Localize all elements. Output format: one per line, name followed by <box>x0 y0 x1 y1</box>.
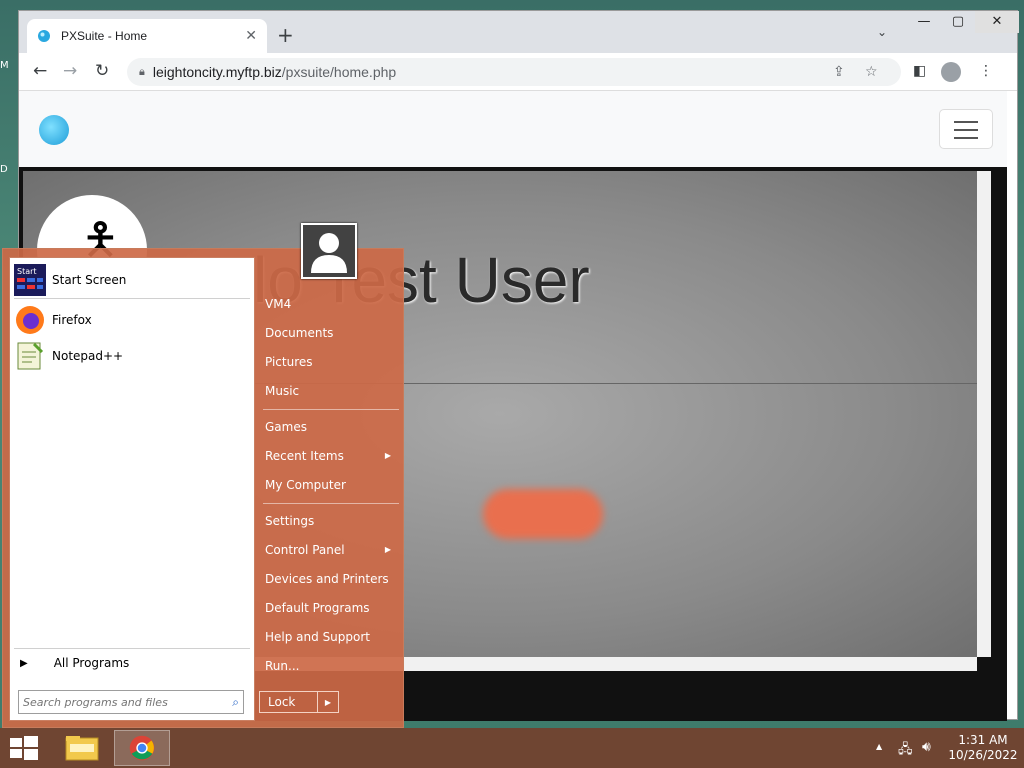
lock-button[interactable]: Lock ▶ <box>259 691 339 713</box>
vertical-scrollbar[interactable] <box>977 171 991 657</box>
lock-icon[interactable]: 🔒︎ <box>139 65 145 79</box>
star-icon[interactable]: ☆ <box>865 64 878 80</box>
start-right-label: VM4 <box>265 297 292 311</box>
tab-strip: PXSuite - Home ✕ + ⌄ — ▢ ✕ <box>19 11 1019 53</box>
start-right-label: My Computer <box>265 478 346 492</box>
clock-time: 1:31 AM <box>958 733 1008 747</box>
start-screen-icon: Start <box>14 264 46 296</box>
taskbar-clock[interactable]: 1:31 AM 10/26/2022 <box>948 733 1018 763</box>
start-right-pictures[interactable]: Pictures <box>265 355 397 369</box>
reload-icon[interactable]: ↻ <box>95 61 109 81</box>
volume-icon[interactable]: 🔊︎ <box>922 739 931 755</box>
tab-close-icon[interactable]: ✕ <box>245 28 257 44</box>
start-right-documents[interactable]: Documents <box>265 326 397 340</box>
search-icon[interactable]: ⌕ <box>232 695 239 710</box>
start-right-label: Default Programs <box>265 601 370 615</box>
search-box[interactable]: ⌕ <box>18 690 244 714</box>
close-window-button[interactable]: ✕ <box>975 11 1019 33</box>
submenu-arrow-icon: ▶ <box>384 451 391 460</box>
tab-title: PXSuite - Home <box>61 29 148 43</box>
url-text: leightoncity.myftp.biz/pxsuite/home.php <box>153 64 396 80</box>
tab-pxsuite-home[interactable]: PXSuite - Home ✕ <box>27 19 267 53</box>
start-menu-programs-pane: Start Start Screen Firefox Notepad++ ▶ A… <box>9 257 255 721</box>
start-right-label: Settings <box>265 514 315 528</box>
browser-toolbar: ← → ↻ 🔒︎ leightoncity.myftp.biz/pxsuite/… <box>19 53 1017 91</box>
start-item-start-screen[interactable]: Start Start Screen <box>14 264 126 296</box>
start-right-label: Help and Support <box>265 630 370 644</box>
start-menu: Start Start Screen Firefox Notepad++ ▶ A… <box>2 223 404 728</box>
minimize-button[interactable]: — <box>907 11 941 33</box>
desktop-label: M <box>0 60 9 71</box>
start-right-settings[interactable]: Settings <box>265 514 397 528</box>
start-item-notepadpp[interactable]: Notepad++ <box>14 340 123 372</box>
start-right-recent-items[interactable]: Recent Items ▶ <box>265 449 397 463</box>
start-right-vm4[interactable]: VM4 <box>265 297 397 311</box>
start-right-label: Documents <box>265 326 334 340</box>
taskbar: ▲ 🖧︎ 🔊︎ 1:31 AM 10/26/2022 <box>0 728 1024 768</box>
hamburger-menu-button[interactable] <box>939 109 993 149</box>
start-right-label: Devices and Printers <box>265 572 389 586</box>
start-right-label: Control Panel <box>265 543 345 557</box>
lock-options-arrow-icon[interactable]: ▶ <box>318 698 338 707</box>
clock-date: 10/26/2022 <box>948 748 1018 762</box>
new-tab-icon[interactable]: + <box>277 23 294 47</box>
file-explorer-icon[interactable] <box>54 730 110 766</box>
start-right-label: Pictures <box>265 355 313 369</box>
side-panel-icon[interactable]: ◧ <box>913 63 926 79</box>
maximize-button[interactable]: ▢ <box>941 11 975 33</box>
firefox-icon <box>16 306 44 334</box>
address-bar[interactable]: 🔒︎ leightoncity.myftp.biz/pxsuite/home.p… <box>127 58 901 86</box>
start-right-control-panel[interactable]: Control Panel ▶ <box>265 543 397 557</box>
start-item-firefox[interactable]: Firefox <box>14 304 92 336</box>
site-navbar <box>19 91 1007 167</box>
start-windows-icon[interactable] <box>8 734 40 762</box>
start-item-label: Start Screen <box>52 273 127 287</box>
separator <box>263 409 399 410</box>
network-icon[interactable]: 🖧︎ <box>898 740 913 762</box>
show-hidden-icons-icon[interactable]: ▲ <box>876 742 882 751</box>
hero-action-button[interactable] <box>483 489 603 539</box>
start-right-music[interactable]: Music <box>265 384 397 398</box>
triangle-right-icon: ▶ <box>20 657 28 669</box>
separator <box>14 298 250 299</box>
url-path: /pxsuite/home.php <box>281 64 397 80</box>
start-right-label: Games <box>265 420 307 434</box>
user-picture[interactable] <box>301 223 357 279</box>
lock-label: Lock <box>260 692 318 712</box>
start-item-label: Notepad++ <box>52 349 124 363</box>
menu-kebab-icon[interactable]: ⋮ <box>979 63 993 79</box>
start-right-run[interactable]: Run... <box>265 659 397 673</box>
tab-search-icon[interactable]: ⌄ <box>877 25 887 39</box>
start-right-label: Recent Items <box>265 449 344 463</box>
submenu-arrow-icon: ▶ <box>384 545 391 554</box>
site-logo[interactable] <box>39 115 69 145</box>
notepadpp-icon <box>17 342 44 370</box>
start-right-games[interactable]: Games <box>265 420 397 434</box>
start-right-devices-printers[interactable]: Devices and Printers <box>265 572 397 586</box>
share-icon[interactable]: ⇪ <box>833 64 845 80</box>
url-host: leightoncity.myftp.biz <box>152 64 282 80</box>
desktop-label: D <box>0 164 8 175</box>
start-right-label: Music <box>265 384 300 398</box>
search-input[interactable] <box>23 695 233 709</box>
all-programs-button[interactable]: ▶ All Programs <box>20 656 129 670</box>
forward-arrow-icon[interactable]: → <box>63 61 77 81</box>
start-right-help-support[interactable]: Help and Support <box>265 630 397 644</box>
back-arrow-icon[interactable]: ← <box>33 61 47 81</box>
user-silhouette-icon <box>311 233 347 273</box>
all-programs-label: All Programs <box>53 656 130 670</box>
start-right-label: Run... <box>265 659 300 673</box>
profile-avatar-icon[interactable] <box>941 62 961 82</box>
svg-text:Start: Start <box>17 267 37 276</box>
start-item-label: Firefox <box>52 313 92 327</box>
start-right-default-programs[interactable]: Default Programs <box>265 601 397 615</box>
separator <box>14 648 250 649</box>
site-favicon-icon <box>38 30 50 42</box>
start-right-my-computer[interactable]: My Computer <box>265 478 397 492</box>
chrome-icon[interactable] <box>114 730 170 766</box>
separator <box>263 503 399 504</box>
